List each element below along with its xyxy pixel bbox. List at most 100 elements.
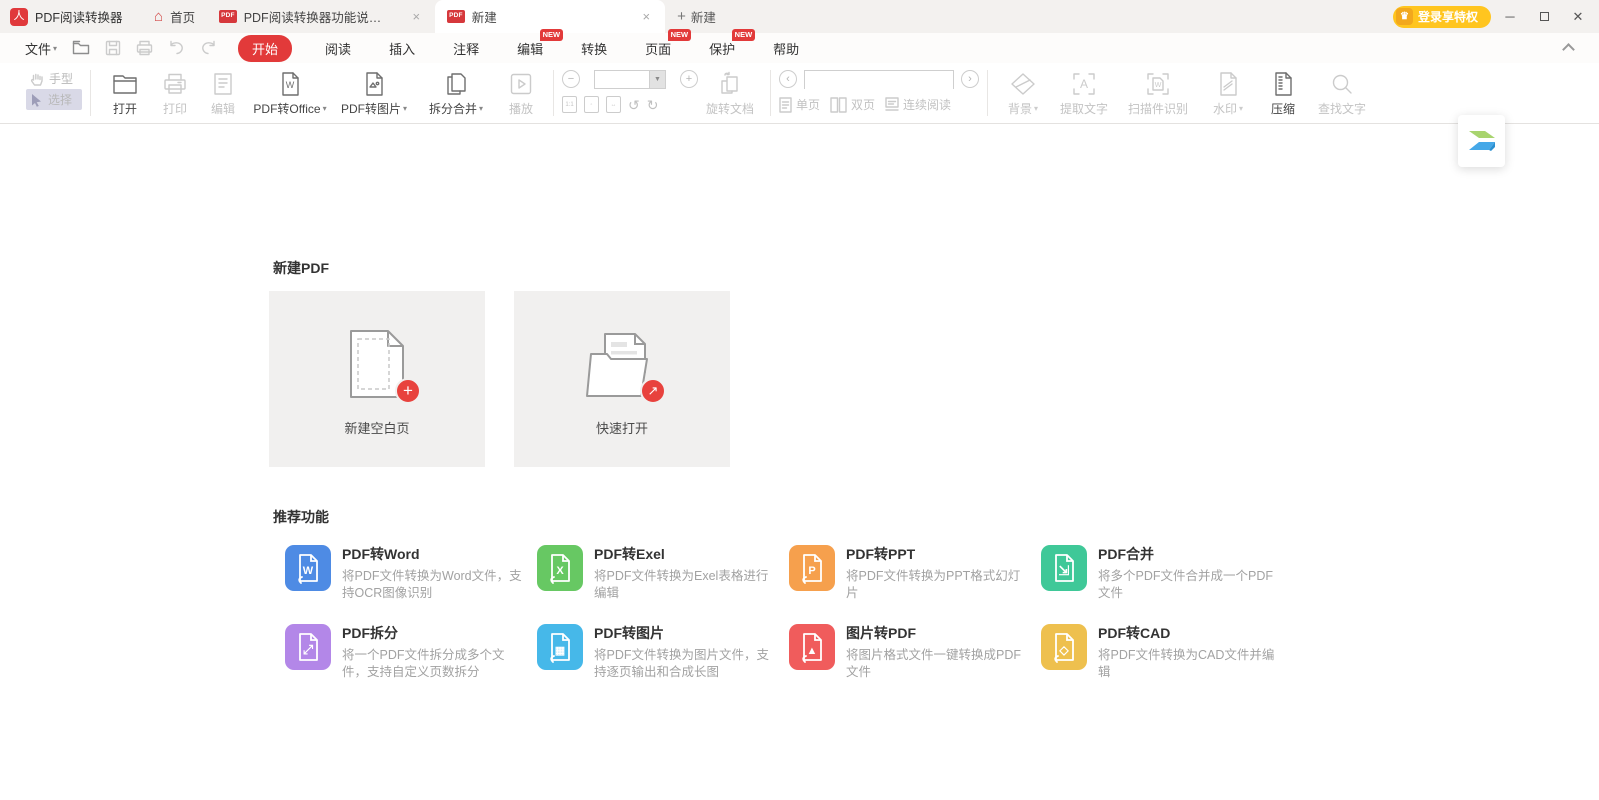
watermark-button[interactable]: 水印▾ bbox=[1198, 68, 1258, 117]
tab-home[interactable]: ⌂ 首页 bbox=[142, 0, 207, 33]
svg-text:W: W bbox=[303, 565, 314, 577]
new-badge: NEW bbox=[732, 29, 756, 41]
pdf-to-excel-icon: X bbox=[537, 545, 583, 591]
feature-pdf-to-ppt[interactable]: P PDF转PPT 将PDF文件转换为PPT格式幻灯片 bbox=[789, 545, 1041, 602]
open-file-icon[interactable] bbox=[71, 39, 90, 58]
quick-open-label: 快速打开 bbox=[596, 418, 648, 437]
new-blank-page-label: 新建空白页 bbox=[344, 418, 409, 437]
rotate-cw-icon[interactable]: ↻ bbox=[647, 98, 659, 112]
save-icon[interactable] bbox=[103, 39, 122, 58]
minimize-button[interactable]: ─ bbox=[1495, 4, 1525, 30]
play-button[interactable]: 播放 bbox=[497, 68, 545, 117]
select-tool-button[interactable]: 选择 bbox=[26, 89, 82, 110]
compress-button[interactable]: 压缩 bbox=[1258, 68, 1308, 117]
find-text-button[interactable]: 查找文字 bbox=[1308, 68, 1376, 117]
feature-title: 图片转PDF bbox=[846, 625, 1030, 642]
tab-document[interactable]: PDF PDF阅读转换器功能说明.pdf × bbox=[207, 0, 435, 33]
new-tab-label: 新建 bbox=[691, 7, 716, 26]
feature-pdf-split[interactable]: ⤢ PDF拆分 将一个PDF文件拆分成多个文件，支持自定义页数拆分 bbox=[285, 624, 537, 681]
pdf-to-ppt-icon: P bbox=[789, 545, 835, 591]
feature-title: PDF拆分 bbox=[342, 625, 526, 642]
ribbon-tab-insert[interactable]: 插入 bbox=[389, 39, 415, 58]
fit-width-icon[interactable]: ↔ bbox=[606, 96, 621, 113]
split-merge-button[interactable]: 拆分合并▾ bbox=[415, 68, 497, 117]
next-page-button[interactable]: › bbox=[961, 70, 979, 88]
login-label: 登录享特权 bbox=[1418, 8, 1478, 25]
ribbon-tab-edit[interactable]: 编辑 NEW bbox=[517, 39, 543, 58]
feature-pdf-to-excel[interactable]: X PDF转Exel 将PDF文件转换为Exel表格进行编辑 bbox=[537, 545, 789, 602]
search-icon bbox=[1330, 70, 1354, 98]
new-pdf-heading: 新建PDF bbox=[273, 258, 1599, 278]
prev-page-button[interactable]: ‹ bbox=[779, 70, 797, 88]
svg-text:A: A bbox=[1080, 77, 1088, 91]
login-button[interactable]: ♛ 登录享特权 bbox=[1393, 6, 1491, 28]
pdf-file-icon: PDF bbox=[447, 10, 465, 23]
feature-pdf-merge[interactable]: ⇲ PDF合并 将多个PDF文件合并成一个PDF文件 bbox=[1041, 545, 1293, 602]
fit-page-icon[interactable]: ◦ bbox=[584, 96, 599, 113]
actual-size-icon[interactable]: 1:1 bbox=[562, 96, 577, 113]
print-button[interactable]: 打印 bbox=[151, 68, 199, 117]
maximize-button[interactable] bbox=[1529, 4, 1559, 30]
zoom-in-button[interactable]: + bbox=[680, 70, 698, 88]
ribbon-tab-help[interactable]: 帮助 bbox=[773, 39, 799, 58]
ribbon-tab-convert[interactable]: 转换 bbox=[581, 39, 607, 58]
svg-text:W: W bbox=[286, 80, 295, 90]
scan-ocr-button[interactable]: W 扫描件识别 bbox=[1118, 68, 1198, 117]
double-page-mode[interactable]: 双页 bbox=[830, 96, 875, 113]
ribbon-tab-annotate[interactable]: 注释 bbox=[453, 39, 479, 58]
pdf-merge-icon: ⇲ bbox=[1041, 545, 1087, 591]
pdf-to-office-button[interactable]: W PDF转Office▾ bbox=[247, 68, 333, 117]
printer-icon bbox=[163, 70, 187, 98]
page-number-input[interactable] bbox=[805, 72, 953, 89]
titlebar-right: ♛ 登录享特权 ─ ✕ bbox=[1393, 0, 1599, 33]
scan-doc-icon: W bbox=[1146, 70, 1170, 98]
rotate-document-button[interactable]: 旋转文档 bbox=[698, 68, 762, 117]
add-icon: + bbox=[395, 378, 421, 404]
print-icon[interactable] bbox=[135, 39, 154, 58]
zoom-level-input[interactable] bbox=[595, 71, 649, 88]
file-menu-button[interactable]: 文件 ▾ bbox=[25, 39, 57, 58]
feature-image-to-pdf[interactable]: ▲ 图片转PDF 将图片格式文件一键转换成PDF文件 bbox=[789, 624, 1041, 681]
new-badge: NEW bbox=[540, 29, 564, 41]
pages-icon bbox=[443, 70, 469, 98]
ribbon-tab-protect[interactable]: 保护 NEW bbox=[709, 39, 735, 58]
quick-open-card[interactable]: ↗ 快速打开 bbox=[514, 291, 730, 467]
redo-icon[interactable] bbox=[199, 39, 218, 58]
zoom-level-select[interactable]: ▼ bbox=[594, 70, 666, 89]
image-to-pdf-icon: ▲ bbox=[789, 624, 835, 670]
collapse-ribbon-icon[interactable] bbox=[1562, 43, 1575, 56]
open-button[interactable]: 打开 bbox=[99, 68, 151, 117]
extract-text-button[interactable]: A 提取文字 bbox=[1050, 68, 1118, 117]
feature-pdf-to-image[interactable]: ▦ PDF转图片 将PDF文件转换为图片文件，支持逐页输出和合成长图 bbox=[537, 624, 789, 681]
page-navigation: ‹ › 单页 双页 连续阅读 bbox=[779, 68, 979, 113]
hand-tool-button[interactable]: 手型 bbox=[26, 68, 82, 89]
ribbon-tab-page[interactable]: 页面 NEW bbox=[645, 39, 671, 58]
select-tool-label: 选择 bbox=[48, 91, 72, 108]
chevron-down-icon[interactable]: ▼ bbox=[649, 71, 665, 88]
tab-close-icon[interactable]: × bbox=[409, 9, 423, 24]
new-blank-page-card[interactable]: + 新建空白页 bbox=[269, 291, 485, 467]
tab-new-label: 新建 bbox=[472, 7, 497, 26]
zoom-out-button[interactable]: − bbox=[562, 70, 580, 88]
feature-pdf-to-cad[interactable]: ◇ PDF转CAD 将PDF文件转换为CAD文件并编辑 bbox=[1041, 624, 1293, 681]
undo-icon[interactable] bbox=[167, 39, 186, 58]
pdf-to-image-button[interactable]: PDF转图片▾ bbox=[333, 68, 415, 117]
play-icon bbox=[509, 70, 533, 98]
crown-icon: ♛ bbox=[1396, 8, 1413, 25]
main-content: 新建PDF + 新建空白页 bbox=[0, 258, 1599, 682]
single-page-mode[interactable]: 单页 bbox=[779, 96, 820, 113]
feature-pdf-to-word[interactable]: W PDF转Word 将PDF文件转换为Word文件，支持OCR图像识别 bbox=[285, 545, 537, 602]
rotate-ccw-icon[interactable]: ↺ bbox=[628, 98, 640, 112]
ribbon-tab-protect-label: 保护 bbox=[709, 42, 735, 57]
watermark-icon bbox=[1217, 70, 1239, 98]
feature-desc: 将图片格式文件一键转换成PDF文件 bbox=[846, 647, 1030, 682]
edit-button[interactable]: 编辑 bbox=[199, 68, 247, 117]
ribbon-tab-start[interactable]: 开始 bbox=[238, 35, 292, 62]
chevron-down-icon: ▾ bbox=[53, 44, 57, 53]
close-window-button[interactable]: ✕ bbox=[1563, 4, 1593, 30]
ribbon-tab-read[interactable]: 阅读 bbox=[325, 39, 351, 58]
svg-text:⇲: ⇲ bbox=[1059, 563, 1070, 578]
tab-close-icon[interactable]: × bbox=[639, 9, 653, 24]
continuous-mode[interactable]: 连续阅读 bbox=[885, 96, 951, 113]
background-button[interactable]: 背景▾ bbox=[996, 68, 1050, 117]
